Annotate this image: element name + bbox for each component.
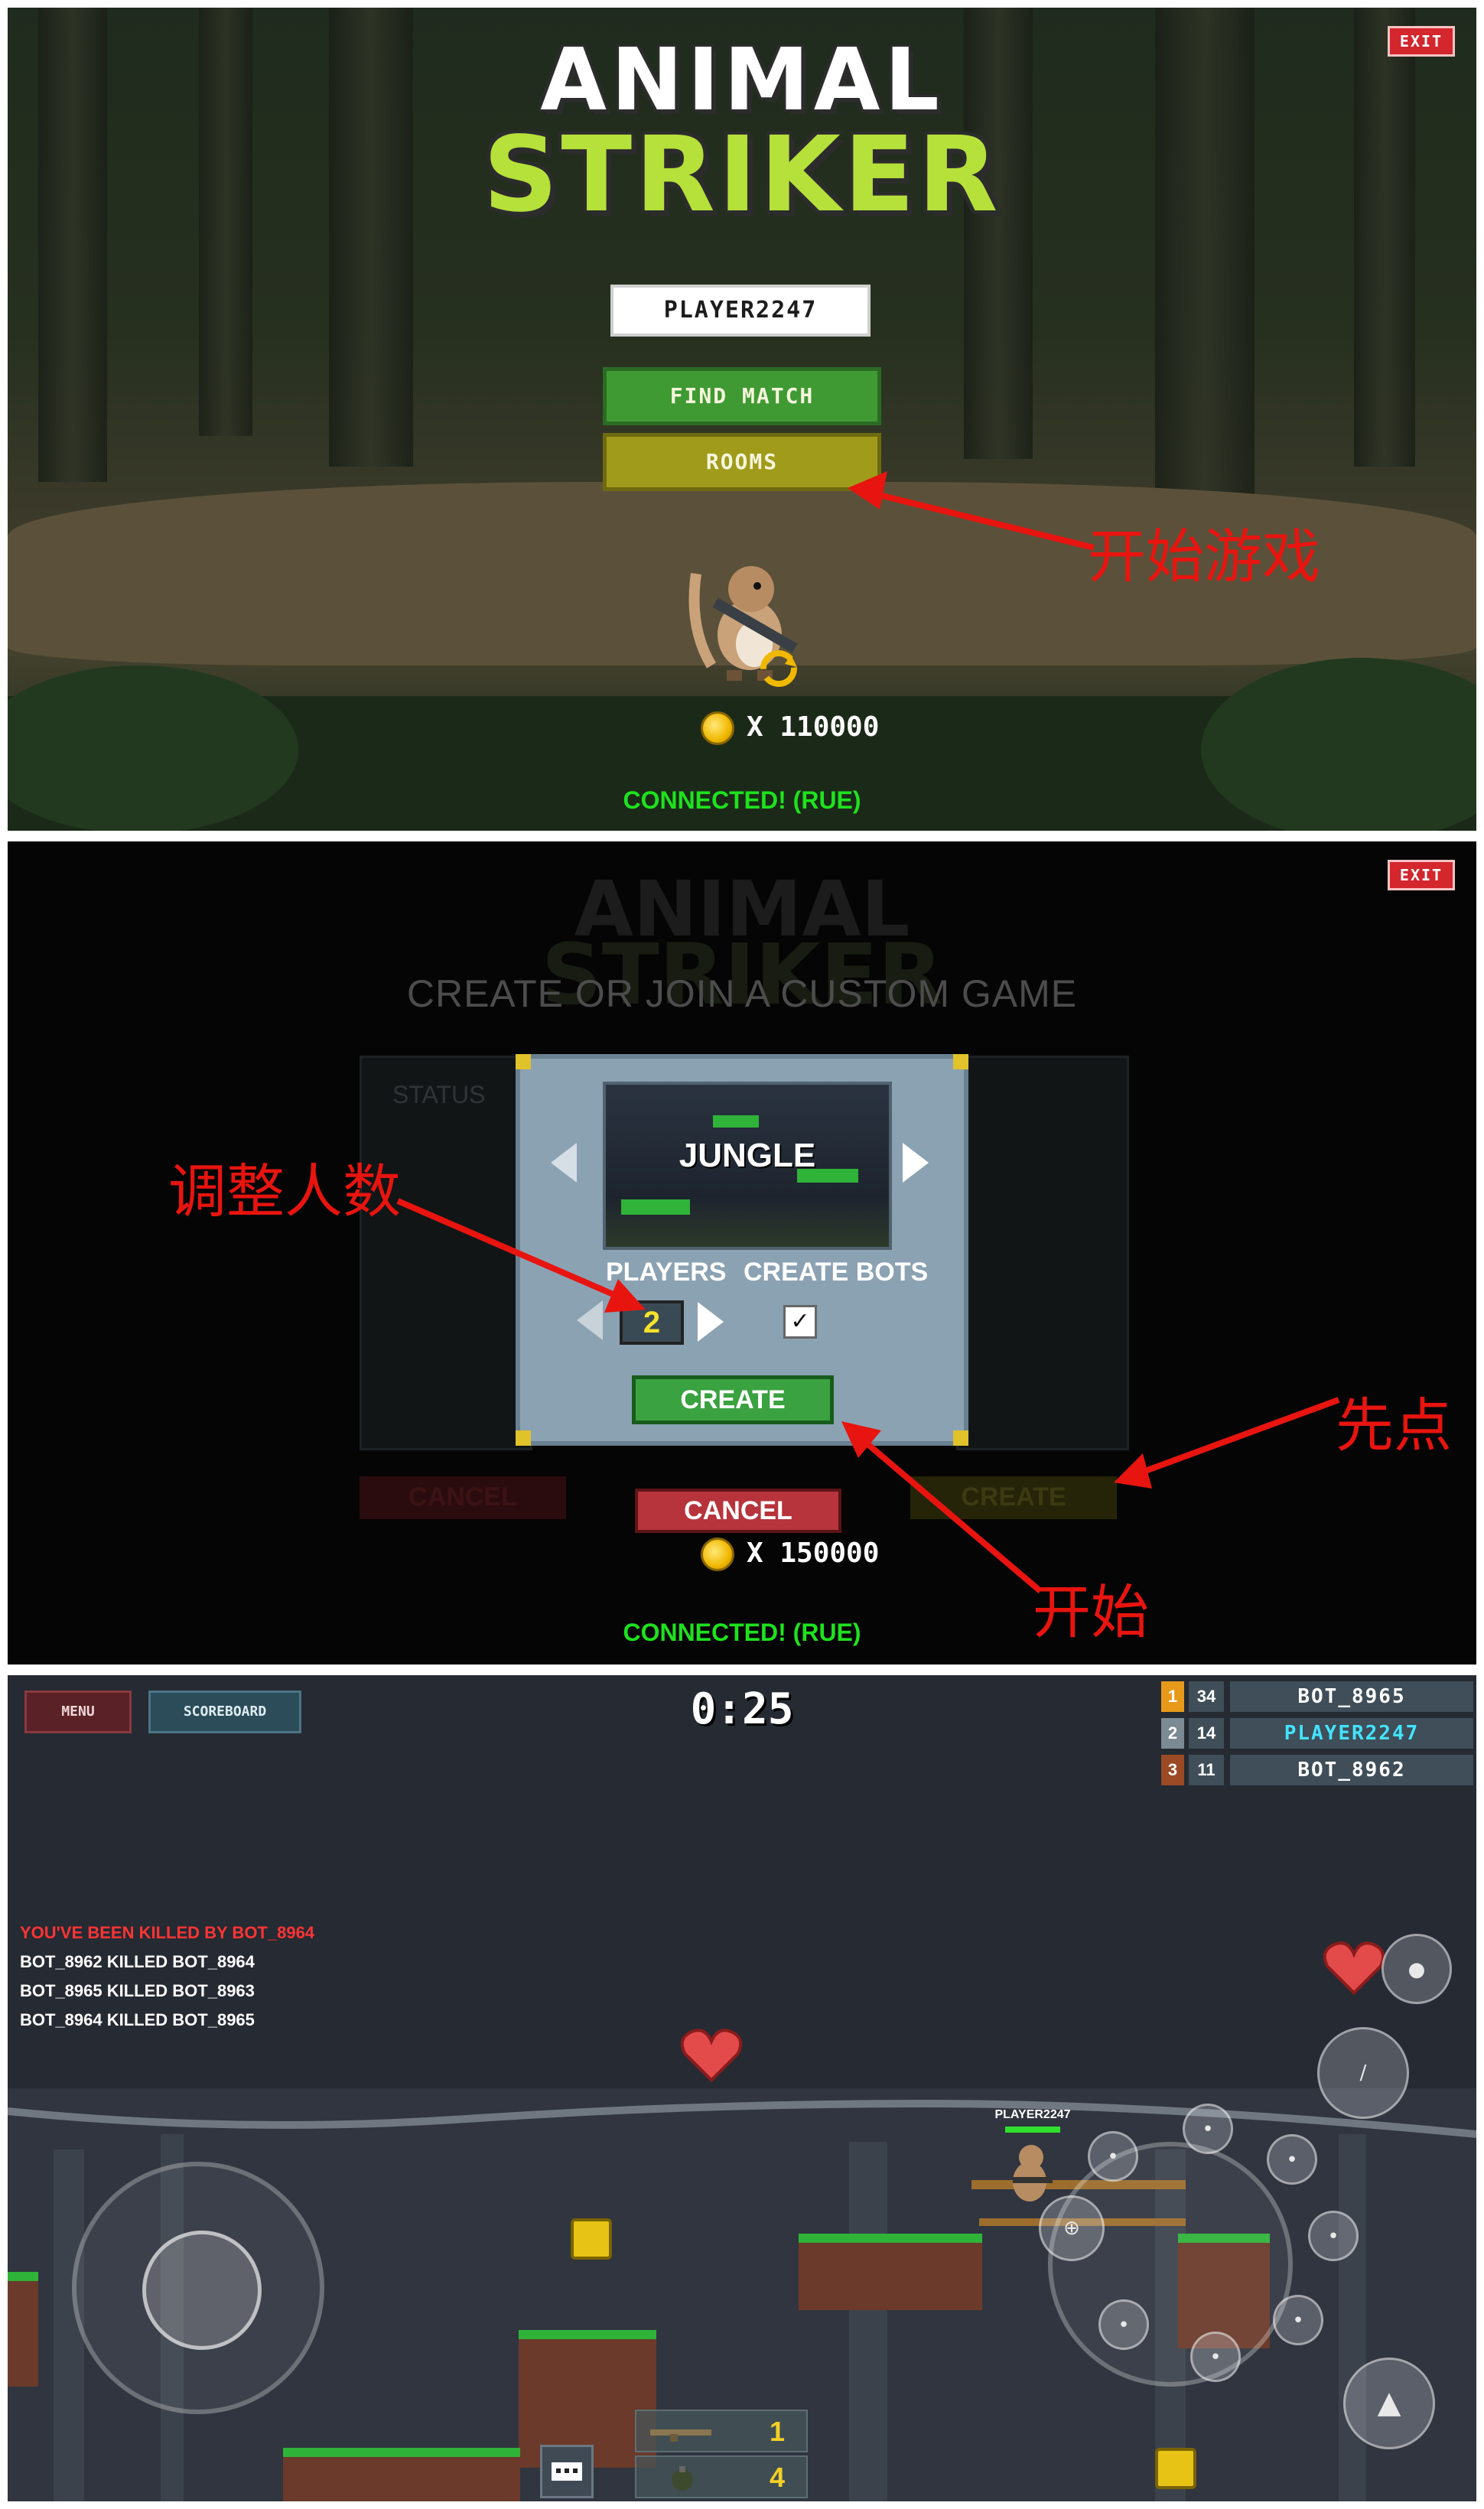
custom-game-screen: ANIMAL STRIKER EXIT CREATE OR JOIN A CUS… <box>8 841 1476 1665</box>
grass-platform <box>799 2234 982 2310</box>
grenade-icon[interactable]: ● <box>1381 1934 1452 2004</box>
kill-feed-entry: BOT_8962 KILLED BOT_8964 <box>20 1952 255 1971</box>
chat-icon <box>552 2462 582 2481</box>
jump-arrow-icon[interactable]: ▲ <box>1343 2358 1435 2449</box>
rifle-icon <box>650 2429 711 2442</box>
weapon-slot[interactable]: • <box>1273 2295 1323 2345</box>
leaderboard-kills: 34 <box>1189 1681 1224 1712</box>
leaderboard-kills: 14 <box>1189 1718 1224 1749</box>
gameplay-screen: MENU SCOREBOARD 0:25 1 34 BOT_8965 2 14 … <box>8 1675 1476 2501</box>
player-character <box>1013 2145 1053 2201</box>
leaderboard-name: PLAYER2247 <box>1230 1718 1473 1749</box>
grenade-icon <box>672 2466 693 2491</box>
heart-icon <box>681 2029 742 2082</box>
chat-button[interactable] <box>540 2445 594 2498</box>
heart-icon <box>1323 1941 1385 1995</box>
grass-platform <box>8 2272 38 2387</box>
main-menu-screen: ANIMAL STRIKER EXIT PLAYER2247 FIND MATC… <box>8 8 1476 831</box>
joystick-thumb[interactable] <box>142 2231 262 2350</box>
ammo-crate-icon <box>1155 2448 1196 2489</box>
menu-button[interactable]: MENU <box>24 1691 132 1733</box>
aim-button[interactable]: ⊕ <box>1039 2195 1105 2261</box>
weapon-slot[interactable]: • <box>1190 2332 1241 2382</box>
grass-platform <box>283 2448 520 2501</box>
weapon-wheel[interactable] <box>1048 2142 1293 2387</box>
grenade-slot[interactable]: 4 <box>635 2455 808 2498</box>
kill-feed-entry: BOT_8964 KILLED BOT_8965 <box>20 2010 255 2029</box>
ammo-count: 1 <box>769 2416 785 2447</box>
weapon-slot[interactable]: • <box>1098 2299 1149 2350</box>
weapon-slot[interactable]: • <box>1267 2134 1317 2185</box>
weapon-slot[interactable]: • <box>1183 2104 1233 2154</box>
player-name-tag: PLAYER2247 <box>994 2108 1071 2121</box>
match-timer: 0:25 <box>690 1684 794 1734</box>
scoreboard-button[interactable]: SCOREBOARD <box>148 1691 301 1733</box>
kill-feed-entry: YOU'VE BEEN KILLED BY BOT_8964 <box>20 1923 315 1942</box>
leaderboard-rank: 3 <box>1161 1755 1184 1785</box>
leaderboard-rank: 1 <box>1161 1681 1184 1712</box>
leaderboard-rank: 2 <box>1161 1718 1184 1749</box>
primary-weapon-slot[interactable]: 1 <box>635 2410 808 2452</box>
annotation-arrows <box>396 1198 1340 1594</box>
grenade-count: 4 <box>769 2462 785 2493</box>
player-health-bar <box>1005 2127 1060 2133</box>
leaderboard-name: BOT_8962 <box>1230 1755 1473 1785</box>
leaderboard-name: BOT_8965 <box>1230 1681 1473 1712</box>
weapon-slot[interactable]: • <box>1088 2131 1138 2182</box>
kill-feed-entry: BOT_8965 KILLED BOT_8963 <box>20 1981 255 2000</box>
annotation-arrow <box>848 471 1095 551</box>
weapon-slot[interactable]: • <box>1308 2211 1359 2261</box>
knife-icon[interactable]: / <box>1317 2027 1409 2119</box>
ammo-crate-icon <box>571 2218 612 2260</box>
leaderboard-kills: 11 <box>1189 1755 1224 1785</box>
